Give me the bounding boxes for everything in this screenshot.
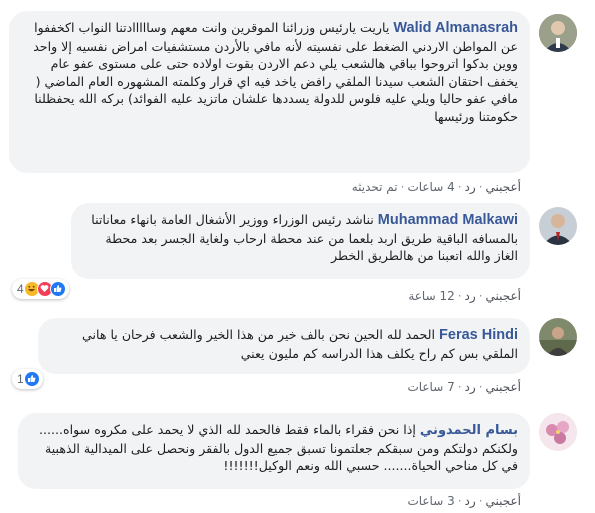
reactions-count: 4 [17, 282, 24, 296]
avatar[interactable] [539, 318, 577, 356]
reply-link[interactable]: رد [465, 380, 476, 394]
comment-author[interactable]: بسام الحمدوني [420, 423, 518, 438]
avatar[interactable] [539, 413, 577, 451]
comment-actions: أعجبني·رد·7 ساعات [407, 380, 521, 394]
edited-label[interactable]: تم تحديثه [352, 180, 398, 194]
comment-bubble: بسام الحمدوني إذا نحن فقراء بالماء فقط ف… [18, 413, 530, 489]
comment-bubble: Walid Almanasrah ياريت يارئيس وزرائنا ال… [9, 11, 530, 173]
comment-author[interactable]: Walid Almanasrah [393, 20, 518, 36]
reply-link[interactable]: رد [465, 494, 476, 508]
reactions-summary[interactable]: 1 [12, 369, 43, 389]
reactions-count: 1 [17, 372, 24, 386]
comment-author[interactable]: Muhammad Malkawi [378, 212, 518, 228]
comment-bubble: Feras Hindi الحمد لله الحين نحن بالف خير… [38, 318, 530, 374]
reply-link[interactable]: رد [465, 289, 476, 303]
like-link[interactable]: أعجبني [486, 180, 521, 194]
like-reaction-icon [23, 371, 40, 387]
comment-bubble: Muhammad Malkawi نناشد رئيس الوزراء ووزي… [71, 203, 530, 279]
reactions-summary[interactable]: 4 [12, 279, 69, 299]
comment-time[interactable]: 12 ساعة [408, 289, 454, 303]
like-reaction-icon [49, 281, 66, 297]
comment-time[interactable]: 4 ساعات [407, 180, 454, 194]
comment-time[interactable]: 3 ساعات [407, 494, 454, 508]
like-link[interactable]: أعجبني [486, 494, 521, 508]
comment-actions: أعجبني·رد·4 ساعات·تم تحديثه [351, 180, 521, 194]
reply-link[interactable]: رد [465, 180, 476, 194]
avatar[interactable] [539, 14, 577, 52]
like-link[interactable]: أعجبني [486, 380, 521, 394]
comment-actions: أعجبني·رد·3 ساعات [407, 494, 521, 508]
comment-author[interactable]: Feras Hindi [439, 327, 518, 343]
avatar[interactable] [539, 207, 577, 245]
like-link[interactable]: أعجبني [486, 289, 521, 303]
comment-time[interactable]: 7 ساعات [407, 380, 454, 394]
comment-actions: أعجبني·رد·12 ساعة [408, 289, 521, 303]
